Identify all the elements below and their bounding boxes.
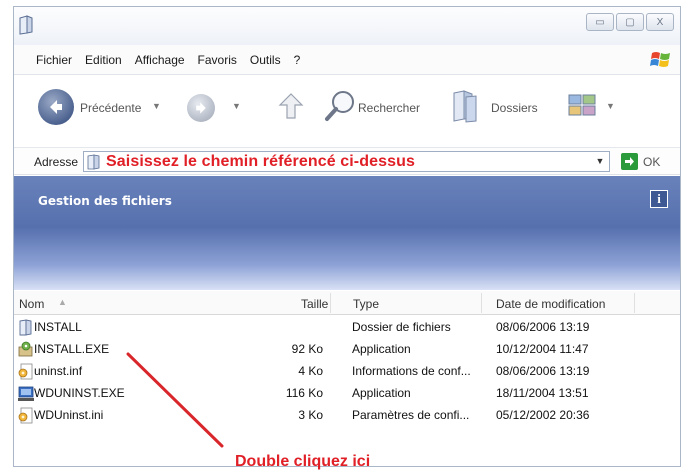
column-header-type[interactable]: Type bbox=[353, 297, 379, 311]
search-label[interactable]: Rechercher bbox=[358, 101, 420, 115]
forward-button[interactable] bbox=[187, 94, 215, 122]
toolbar: Précédente ▼ ▼ Rechercher Dossiers ▼ bbox=[14, 75, 680, 147]
menu-edition[interactable]: Edition bbox=[85, 53, 122, 67]
window-controls: ▭ ▢ X bbox=[586, 13, 674, 31]
title-bar: ▭ ▢ X bbox=[14, 7, 680, 45]
file-name: INSTALL bbox=[34, 320, 82, 334]
back-arrow-icon bbox=[50, 100, 62, 114]
file-date: 18/11/2004 13:51 bbox=[496, 386, 589, 400]
go-label[interactable]: OK bbox=[643, 155, 660, 169]
file-size: 4 Ko bbox=[298, 364, 323, 378]
back-label[interactable]: Précédente bbox=[80, 101, 141, 115]
address-bar: Adresse Saisissez le chemin référencé ci… bbox=[14, 147, 680, 175]
maximize-button[interactable]: ▢ bbox=[616, 13, 644, 31]
file-date: 10/12/2004 11:47 bbox=[496, 342, 589, 356]
views-icon[interactable] bbox=[567, 91, 599, 121]
file-name: INSTALL.EXE bbox=[34, 342, 110, 356]
task-pane-title: Gestion des fichiers bbox=[38, 194, 172, 208]
menu-outils[interactable]: Outils bbox=[250, 53, 281, 67]
windows-logo-icon bbox=[650, 52, 670, 67]
address-label: Adresse bbox=[34, 155, 79, 169]
back-button[interactable] bbox=[38, 89, 74, 125]
menu-favoris[interactable]: Favoris bbox=[198, 53, 237, 67]
file-type: Dossier de fichiers bbox=[352, 320, 451, 334]
address-value: Saisissez le chemin référencé ci-dessus bbox=[106, 153, 415, 170]
info-icon: i bbox=[657, 191, 661, 206]
list-item[interactable]: WDUNINST.EXE 116 Ko Application 18/11/20… bbox=[14, 383, 680, 405]
file-size: 116 Ko bbox=[285, 386, 323, 400]
list-item[interactable]: WDUninst.ini 3 Ko Paramètres de confi...… bbox=[14, 405, 680, 427]
search-icon[interactable] bbox=[324, 89, 356, 123]
maximize-icon: ▢ bbox=[625, 16, 635, 28]
explorer-window: ▭ ▢ X Fichier Edition Affichage Favoris … bbox=[13, 6, 681, 467]
file-date: 08/06/2006 13:19 bbox=[496, 364, 590, 378]
list-header: Nom ▲ Taille Type Date de modification bbox=[14, 291, 680, 315]
up-folder-icon[interactable] bbox=[276, 91, 306, 121]
file-date: 08/06/2006 13:19 bbox=[496, 320, 590, 334]
file-name: WDUninst.ini bbox=[34, 408, 104, 422]
go-button[interactable] bbox=[621, 153, 638, 170]
column-separator[interactable] bbox=[481, 293, 482, 313]
list-item[interactable]: uninst.inf 4 Ko Informations de conf... … bbox=[14, 361, 680, 383]
file-list: INSTALL Dossier de fichiers 08/06/2006 1… bbox=[14, 317, 680, 427]
folder-icon bbox=[19, 319, 32, 336]
settings-file-icon bbox=[18, 407, 33, 424]
file-type: Informations de conf... bbox=[352, 364, 471, 378]
file-type: Application bbox=[352, 342, 411, 356]
forward-arrow-icon bbox=[196, 102, 206, 114]
column-header-name[interactable]: Nom bbox=[19, 297, 44, 311]
file-size: 92 Ko bbox=[291, 342, 323, 356]
settings-file-icon bbox=[18, 363, 33, 380]
file-size: 3 Ko bbox=[298, 408, 323, 422]
address-input[interactable]: Saisissez le chemin référencé ci-dessus … bbox=[83, 151, 610, 172]
info-button[interactable]: i bbox=[650, 190, 668, 208]
address-dropdown-icon[interactable]: ▼ bbox=[593, 154, 607, 169]
back-dropdown-icon[interactable]: ▼ bbox=[152, 101, 161, 111]
folders-icon[interactable] bbox=[446, 89, 484, 123]
folders-label[interactable]: Dossiers bbox=[491, 101, 538, 115]
address-folder-icon bbox=[87, 154, 100, 170]
folder-icon bbox=[19, 15, 33, 35]
list-item[interactable]: INSTALL Dossier de fichiers 08/06/2006 1… bbox=[14, 317, 680, 339]
forward-dropdown-icon[interactable]: ▼ bbox=[232, 101, 241, 111]
file-name: uninst.inf bbox=[34, 364, 83, 378]
task-pane-header: Gestion des fichiers i bbox=[14, 176, 680, 290]
file-date: 05/12/2002 20:36 bbox=[496, 408, 590, 422]
minimize-icon: ▭ bbox=[595, 16, 605, 28]
file-type: Application bbox=[352, 386, 411, 400]
file-name: WDUNINST.EXE bbox=[34, 386, 125, 400]
installer-icon bbox=[18, 341, 33, 357]
application-icon bbox=[18, 386, 34, 401]
annotation-label: Double cliquez ici bbox=[235, 453, 371, 470]
column-separator[interactable] bbox=[634, 293, 635, 313]
file-type: Paramètres de confi... bbox=[352, 408, 470, 422]
column-header-size[interactable]: Taille bbox=[301, 297, 328, 311]
close-icon: X bbox=[656, 16, 664, 28]
minimize-button[interactable]: ▭ bbox=[586, 13, 614, 31]
column-header-date[interactable]: Date de modification bbox=[496, 297, 605, 311]
views-dropdown-icon[interactable]: ▼ bbox=[606, 101, 615, 111]
menu-help[interactable]: ? bbox=[294, 53, 301, 67]
menu-bar: Fichier Edition Affichage Favoris Outils… bbox=[14, 45, 680, 75]
close-button[interactable]: X bbox=[646, 13, 674, 31]
go-arrow-icon bbox=[625, 157, 634, 166]
list-item[interactable]: INSTALL.EXE 92 Ko Application 10/12/2004… bbox=[14, 339, 680, 361]
sort-arrow-icon: ▲ bbox=[58, 297, 67, 307]
menu-affichage[interactable]: Affichage bbox=[135, 53, 185, 67]
column-separator[interactable] bbox=[330, 293, 331, 313]
menu-fichier[interactable]: Fichier bbox=[36, 53, 72, 67]
